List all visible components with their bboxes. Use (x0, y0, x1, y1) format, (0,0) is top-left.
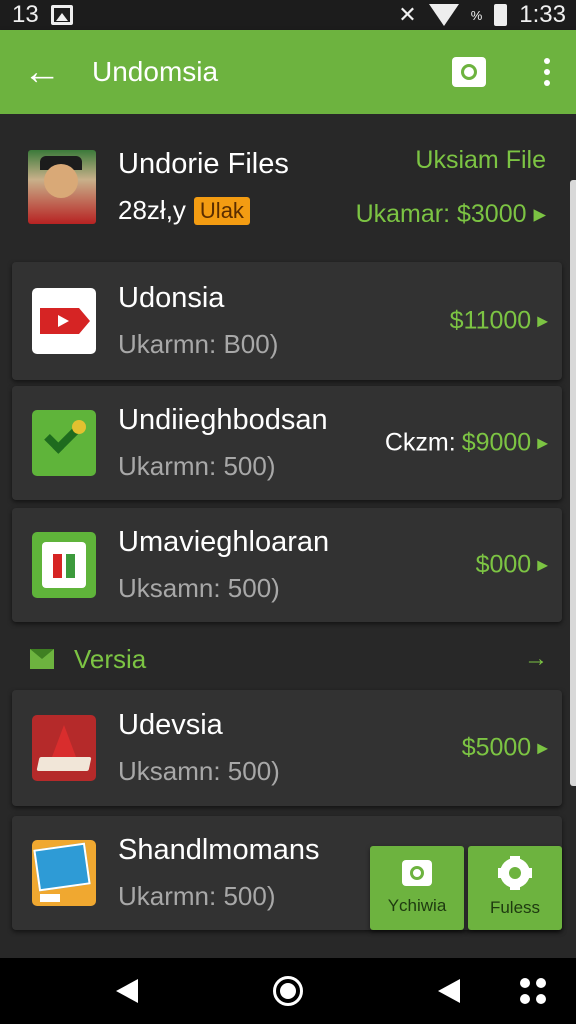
status-badge: Ulak (193, 196, 250, 225)
section-title: Versia (74, 643, 147, 674)
price-value: $11000 (449, 306, 532, 335)
header-subtitle-row: 28zł,y Ulak (118, 195, 289, 226)
chevron-right-icon: ▶ (537, 434, 548, 451)
status-right: ✕ % 1:33 (398, 1, 566, 29)
list-item-price[interactable]: Ckzm: $9000 ▶ (385, 429, 548, 458)
gear-icon (498, 856, 532, 890)
price-value: $5000 (461, 733, 532, 762)
status-bar: 13 ✕ % 1:33 (0, 0, 576, 30)
camera-lens-icon (461, 64, 477, 80)
system-nav-bar (0, 958, 576, 1024)
camera-action-label: Ychiwia (387, 896, 447, 915)
app-grid-icon[interactable] (520, 978, 546, 1004)
settings-action-label: Fuless (489, 898, 541, 917)
image-notification-icon (50, 5, 73, 25)
header-price[interactable]: Ukamar: $3000 ▸ (356, 199, 546, 229)
settings-action-button[interactable]: Fuless (468, 846, 562, 930)
flag-app-icon (32, 532, 96, 598)
nav-back-icon[interactable] (116, 979, 138, 1003)
camera-button[interactable] (452, 57, 486, 87)
status-time: 1:33 (519, 1, 566, 28)
status-notification-count: 13 (12, 1, 39, 28)
header-text: Undorie Files 28zł,y Ulak (118, 148, 289, 226)
camera-action-button[interactable]: Ychiwia (370, 846, 464, 930)
chevron-right-icon: ▶ (537, 556, 548, 573)
list-item[interactable]: Udevsia Uksamn: 500) $5000 ▶ (12, 690, 562, 806)
list-item-price[interactable]: $000 ▶ (476, 551, 548, 580)
price-prefix: Ckzm: (384, 428, 456, 457)
header-item[interactable]: Undorie Files 28zł,y Ulak Uksiam File Uk… (0, 134, 560, 244)
price-value: $000 (475, 550, 532, 579)
video-play-icon (32, 288, 96, 354)
list-item-price[interactable]: $11000 ▶ (450, 307, 548, 336)
section-header[interactable]: Versia → (0, 638, 576, 680)
header-file-link[interactable]: Uksiam File (356, 146, 546, 175)
chart-app-icon (32, 840, 96, 906)
overflow-menu-icon[interactable] (538, 54, 556, 90)
chevron-right-icon: ▶ (537, 739, 548, 756)
header-subtitle: 28zł,y (118, 195, 186, 225)
profile-thumbnail (28, 150, 96, 224)
header-title: Undorie Files (118, 148, 289, 180)
battery-icon (494, 4, 508, 26)
price-value: $9000 (461, 428, 532, 457)
nav-home-icon[interactable] (273, 976, 303, 1006)
arrow-right-icon[interactable]: → (524, 645, 548, 673)
scrollbar[interactable] (570, 180, 576, 786)
folder-icon (30, 649, 54, 669)
book-app-icon (32, 715, 96, 781)
camera-icon (402, 860, 432, 886)
main-list: Undorie Files 28zł,y Ulak Uksiam File Uk… (0, 114, 576, 958)
battery-percent: % (470, 7, 483, 23)
list-item-price[interactable]: $5000 ▶ (462, 734, 548, 763)
app-bar: ← Undomsia (0, 30, 576, 114)
back-arrow-icon[interactable]: ← (22, 51, 62, 93)
nav-recent-icon[interactable] (438, 979, 460, 1003)
wifi-icon (428, 4, 459, 26)
header-right: Uksiam File Ukamar: $3000 ▸ (356, 146, 546, 229)
list-item[interactable]: Udonsia Ukarmn: B00) $11000 ▶ (12, 262, 562, 380)
check-app-icon (32, 410, 96, 476)
list-item[interactable]: Umavieghloaran Uksamn: 500) $000 ▶ (12, 508, 562, 622)
mute-icon: ✕ (398, 2, 417, 27)
app-title: Undomsia (92, 56, 219, 87)
chevron-right-icon: ▶ (537, 312, 548, 329)
status-left: 13 (12, 1, 73, 29)
list-item[interactable]: Undiieghbodsan Ukarmn: 500) Ckzm: $9000 … (12, 386, 562, 500)
